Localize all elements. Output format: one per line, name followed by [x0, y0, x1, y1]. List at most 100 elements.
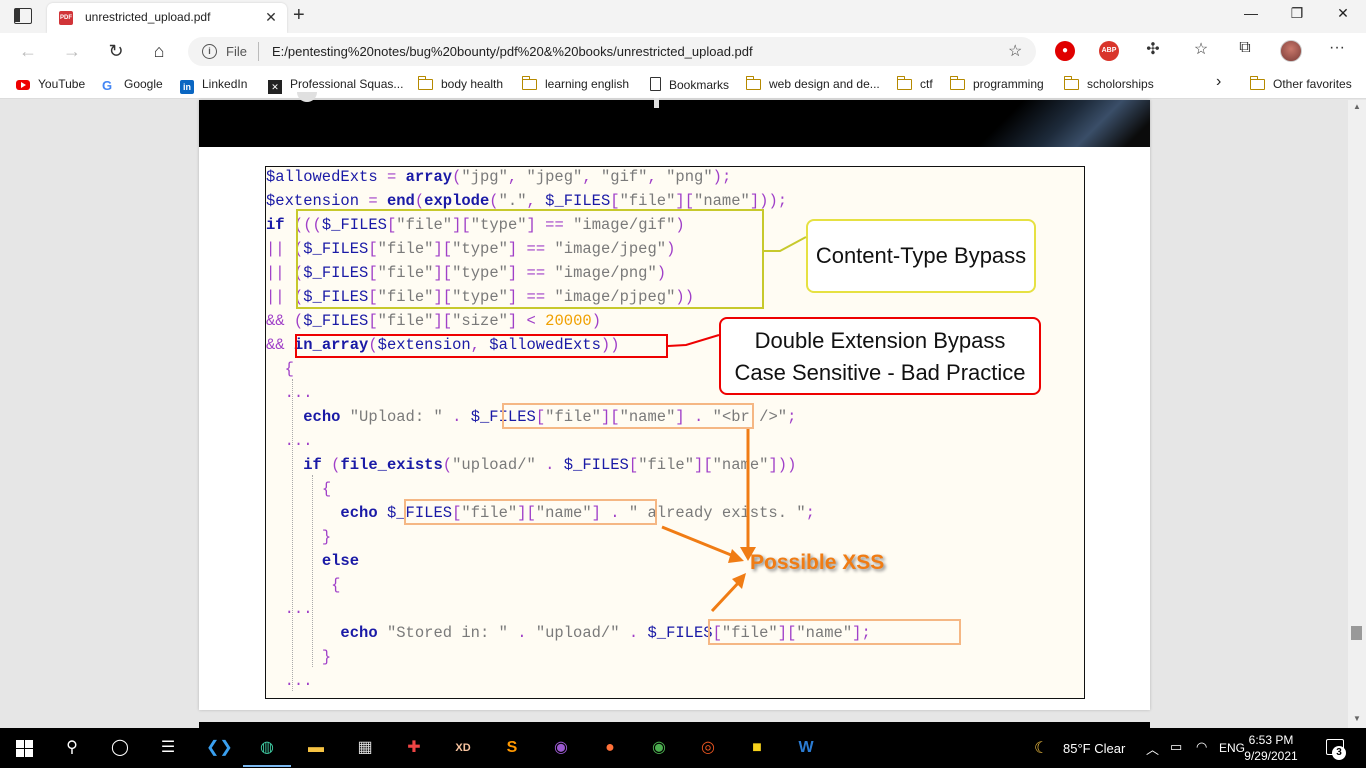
folder-icon: [949, 76, 965, 90]
weather-text[interactable]: 85°F Clear: [1063, 741, 1125, 756]
folder-icon: [1249, 76, 1265, 90]
favorites-icon[interactable]: ☆: [1190, 39, 1212, 59]
sticky-notes-icon[interactable]: ■: [745, 736, 769, 760]
google-icon: G: [102, 78, 113, 93]
xss-arrowhead: [728, 549, 744, 563]
restore-button[interactable]: ❐: [1282, 5, 1312, 22]
bookmark-google[interactable]: G Google: [102, 77, 163, 93]
new-tab-button[interactable]: +: [293, 3, 305, 27]
start-button[interactable]: [16, 740, 33, 757]
forward-button[interactable]: →: [60, 39, 84, 63]
xss-arrow: [710, 579, 742, 613]
sublime-icon[interactable]: S: [500, 736, 524, 760]
search-icon[interactable]: ⚲: [60, 736, 84, 760]
task-view-icon[interactable]: ☰: [156, 736, 180, 760]
extensions-icon[interactable]: ✣: [1142, 39, 1164, 59]
word-icon[interactable]: W: [794, 736, 818, 760]
vscode-icon[interactable]: ❮❯: [206, 736, 233, 760]
tab-close-button[interactable]: ✕: [262, 8, 280, 26]
add-favorite-icon[interactable]: ☆: [1008, 41, 1022, 61]
ublock-icon[interactable]: ●: [1055, 41, 1075, 61]
scrollbar-thumb[interactable]: [1351, 626, 1362, 640]
bookmark-scholorships[interactable]: scholorships: [1063, 76, 1154, 91]
tab-actions-icon[interactable]: [14, 8, 32, 24]
profile-avatar[interactable]: [1280, 40, 1302, 62]
url-text[interactable]: E:/pentesting%20notes/bug%20bounty/pdf%2…: [272, 44, 753, 59]
tab-title: unrestricted_upload.pdf: [85, 10, 211, 24]
url-scheme-label: File: [226, 44, 247, 59]
bookmark-label: Google: [124, 77, 163, 91]
bookmark-youtube[interactable]: YouTube: [16, 77, 85, 91]
favorites-bar: YouTube G Google in LinkedIn ✕ Professional…: [0, 69, 1366, 99]
folder-icon: [417, 76, 433, 90]
home-button[interactable]: ⌂: [147, 39, 171, 63]
banner-artwork: [950, 100, 1150, 147]
bookmark-web-design[interactable]: web design and de...: [745, 76, 880, 91]
bookmark-label: body health: [441, 77, 504, 91]
adblock-plus-icon[interactable]: ABP: [1099, 41, 1119, 61]
wifi-icon[interactable]: ◠: [1196, 739, 1207, 755]
pdf-viewer: $allowedExts = array("jpg", "jpeg", "gif…: [0, 92, 1348, 730]
tab-pdf[interactable]: PDF unrestricted_upload.pdf ✕: [47, 3, 287, 33]
refresh-button[interactable]: ↻: [104, 39, 128, 63]
edge-icon[interactable]: ◍: [243, 736, 291, 767]
weather-moon-icon: ☾: [1034, 740, 1049, 757]
bookmark-other-favorites[interactable]: Other favorites: [1249, 76, 1352, 91]
file-explorer-icon[interactable]: ▬: [304, 736, 328, 760]
xd-icon[interactable]: XD: [451, 736, 475, 760]
more-menu-icon[interactable]: ···: [1326, 39, 1348, 57]
clock[interactable]: 6:53 PM 9/29/2021: [1236, 732, 1306, 764]
show-hidden-icons-icon[interactable]: ︿: [1146, 739, 1159, 758]
clock-time: 6:53 PM: [1248, 733, 1294, 747]
callout-arrows: [661, 236, 807, 613]
close-window-button[interactable]: ✕: [1328, 5, 1358, 22]
store-icon[interactable]: ▦: [353, 736, 377, 760]
address-toolbar: ← → ↻ ⌂ i File E:/pentesting%20notes/bug…: [0, 33, 1366, 69]
bookmark-label: LinkedIn: [202, 77, 248, 91]
address-bar[interactable]: i File E:/pentesting%20notes/bug%20bount…: [188, 37, 1036, 66]
taskbar: ⚲ ◯ ☰ ❮❯ ◍ ▬ ▦ ✚ XD S ◉ ● ◉ ◎ ■ W ☾ 85°F…: [0, 728, 1366, 768]
bookmark-label: ctf: [920, 77, 933, 91]
pdf-page: $allowedExts = array("jpg", "jpeg", "gif…: [199, 92, 1150, 710]
bookmark-body-health[interactable]: body health: [417, 76, 504, 91]
info-icon[interactable]: i: [202, 44, 217, 59]
bookmark-professional-squash[interactable]: ✕ Professional Squas...: [268, 77, 403, 94]
bookmark-label: YouTube: [38, 77, 86, 91]
pdf-icon: PDF: [59, 11, 73, 25]
bookmark-bookmarks[interactable]: Bookmarks: [650, 77, 729, 92]
bookmark-label: learning english: [545, 77, 630, 91]
bookmark-learning-english[interactable]: learning english: [521, 76, 630, 91]
game-icon[interactable]: ✚: [402, 736, 426, 760]
collections-icon[interactable]: ⧉: [1234, 39, 1256, 57]
slide-header-banner: [199, 92, 1150, 147]
bookmark-label: Other favorites: [1273, 77, 1352, 91]
cortana-icon[interactable]: ◯: [108, 736, 132, 760]
minimize-button[interactable]: —: [1236, 5, 1266, 21]
professional-squash-icon: ✕: [268, 80, 282, 94]
vertical-scrollbar[interactable]: ▲ ▼: [1348, 100, 1366, 728]
ubuntu-icon[interactable]: ◎: [696, 736, 720, 760]
bookmark-label: Bookmarks: [669, 78, 730, 92]
scroll-up-arrow[interactable]: ▲: [1353, 102, 1361, 111]
folder-icon: [521, 76, 537, 90]
bookmark-ctf[interactable]: ctf: [896, 76, 933, 91]
chrome-icon[interactable]: ◉: [647, 736, 671, 760]
youtube-icon: [16, 80, 30, 90]
tab-bar: PDF unrestricted_upload.pdf ✕ + — ❐ ✕: [0, 0, 1366, 33]
back-button[interactable]: ←: [16, 39, 40, 63]
bookmark-programming[interactable]: programming: [949, 76, 1044, 91]
folder-icon: [745, 76, 761, 90]
bookmarks-overflow-button[interactable]: ›: [1216, 73, 1221, 91]
battery-icon[interactable]: ▭: [1170, 739, 1182, 755]
possible-xss-label: Possible XSS: [750, 551, 885, 574]
firefox-icon[interactable]: ●: [598, 736, 622, 760]
bookmark-linkedin[interactable]: in LinkedIn: [180, 77, 247, 94]
banner-decoration: [654, 98, 659, 108]
bookmark-label: programming: [973, 77, 1044, 91]
bookmark-label: web design and de...: [769, 77, 880, 91]
scroll-down-arrow[interactable]: ▼: [1353, 714, 1361, 723]
notification-count: 3: [1332, 746, 1346, 760]
page-icon: [650, 77, 661, 91]
tor-icon[interactable]: ◉: [549, 736, 573, 760]
folder-icon: [1063, 76, 1079, 90]
